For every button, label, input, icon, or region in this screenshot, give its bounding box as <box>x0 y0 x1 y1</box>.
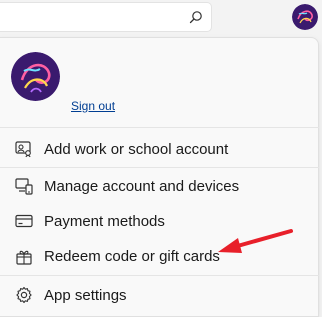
menu-item-label: Manage account and devices <box>44 177 240 195</box>
menu-item-add-work-account[interactable]: Add work or school account <box>0 132 318 166</box>
profile-avatar-icon <box>292 4 318 30</box>
search-icon[interactable] <box>189 10 203 24</box>
credit-card-icon <box>15 214 33 228</box>
menu-item-label: App settings <box>44 286 127 304</box>
red-arrow-annotation <box>218 229 293 253</box>
top-bar <box>0 0 322 34</box>
gift-icon <box>16 250 32 265</box>
divider <box>0 275 319 276</box>
menu-item-label: Payment methods <box>44 212 165 230</box>
search-box[interactable] <box>0 2 212 32</box>
divider <box>0 127 319 128</box>
menu-item-manage-account[interactable]: Manage account and devices <box>0 169 318 203</box>
devices-icon <box>15 178 33 195</box>
menu-item-label: Redeem code or gift cards <box>44 247 220 265</box>
profile-avatar <box>11 52 60 101</box>
sign-out-link[interactable]: Sign out <box>71 99 115 113</box>
account-flyout: Sign out Add work or school account Mana… <box>0 37 319 317</box>
divider <box>0 167 319 168</box>
account-avatar-button[interactable] <box>292 4 318 30</box>
menu-item-app-settings[interactable]: App settings <box>0 278 318 312</box>
gear-icon <box>16 286 32 304</box>
menu-item-label: Add work or school account <box>44 140 229 158</box>
person-card-icon <box>15 141 31 158</box>
profile-avatar-icon <box>11 52 60 101</box>
